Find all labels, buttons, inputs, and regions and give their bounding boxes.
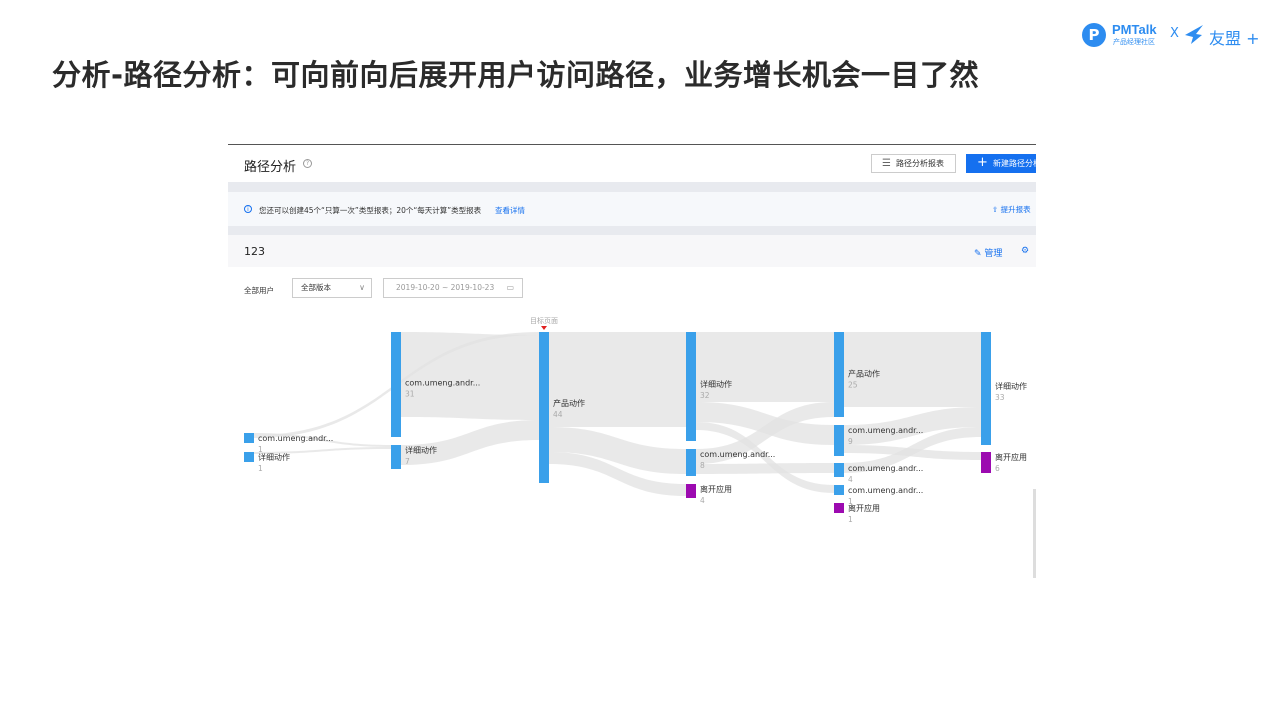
sankey-link	[549, 427, 686, 474]
sankey-node-label: com.umeng.andr...	[848, 426, 923, 435]
path-analysis-screenshot: 路径分析 ? ☰ 路径分析报表 + 新建路径分析 i 您还可以创建45个“只算一…	[228, 144, 1036, 578]
sankey-node-value: 25	[848, 380, 858, 389]
sankey-node-value: 32	[700, 391, 710, 400]
target-page-label: 目标页面	[530, 316, 558, 325]
target-marker-icon	[541, 326, 547, 330]
sankey-link	[401, 420, 539, 465]
sankey-node-label: com.umeng.andr...	[405, 378, 480, 387]
sankey-node-value: 6	[995, 464, 1000, 473]
sankey-node-value: 44	[553, 410, 563, 419]
sankey-link	[549, 332, 686, 427]
sankey-node[interactable]	[981, 332, 991, 445]
sankey-node-value: 33	[995, 393, 1005, 402]
sankey-link	[696, 463, 834, 474]
umeng-name: 友盟 +	[1209, 29, 1260, 48]
sankey-node-value: 8	[700, 461, 705, 470]
sankey-node[interactable]	[244, 433, 254, 443]
sankey-node-label: 详细动作	[258, 452, 290, 462]
sankey-node-value: 1	[848, 515, 853, 524]
sankey-node[interactable]	[834, 425, 844, 456]
sankey-node-label: com.umeng.andr...	[700, 450, 775, 459]
sankey-node[interactable]	[834, 332, 844, 417]
sankey-node-value: 1	[258, 464, 263, 473]
sankey-node-value: 4	[700, 496, 705, 505]
sankey-node-label: 详细动作	[995, 381, 1027, 391]
sankey-link	[401, 332, 539, 420]
path-sankey-diagram: com.umeng.andr... 1 详细动作 1 com.umeng.andr...…	[244, 316, 1027, 524]
sankey-node[interactable]	[391, 445, 401, 469]
sankey-node-value: 7	[405, 457, 410, 466]
sankey-node[interactable]	[244, 452, 254, 462]
sankey-node[interactable]	[834, 463, 844, 477]
sankey-node-label: com.umeng.andr...	[258, 434, 333, 443]
sankey-node-value: 9	[848, 437, 853, 446]
sankey-node-label: 详细动作	[405, 445, 437, 455]
sankey-node[interactable]	[686, 332, 696, 441]
sankey-node-label: 离开应用	[848, 503, 880, 513]
sankey-node-label: 离开应用	[700, 484, 732, 494]
sankey-node-label: com.umeng.andr...	[848, 486, 923, 495]
sankey-node-label: 详细动作	[700, 379, 732, 389]
sankey-node[interactable]	[834, 503, 844, 513]
sankey-node-value: 4	[848, 475, 853, 484]
sankey-node[interactable]	[539, 332, 549, 483]
sankey-node-label: 离开应用	[995, 452, 1027, 462]
sankey-node-label: 产品动作	[848, 368, 880, 378]
sankey-node[interactable]	[686, 484, 696, 498]
brand-logos: P PMTalk 产品经理社区 X 友盟 +	[1080, 20, 1270, 50]
slide-title: 分析-路径分析：可向前向后展开用户访问路径，业务增长机会一目了然	[52, 58, 980, 92]
umeng-bird-icon	[1185, 25, 1203, 44]
pmtalk-subtitle: 产品经理社区	[1113, 38, 1155, 46]
brand-separator: X	[1170, 26, 1179, 41]
scrollbar[interactable]	[1033, 489, 1036, 578]
sankey-node-label: com.umeng.andr...	[848, 464, 923, 473]
sankey-node[interactable]	[686, 449, 696, 476]
sankey-node[interactable]	[981, 452, 991, 473]
sankey-node-value: 31	[405, 389, 415, 398]
sankey-link	[696, 332, 834, 402]
sankey-node[interactable]	[834, 485, 844, 495]
sankey-node-label: 产品动作	[553, 398, 585, 408]
pmtalk-name: PMTalk	[1112, 22, 1157, 37]
pmtalk-logo-icon: P	[1082, 23, 1106, 47]
sankey-node[interactable]	[391, 332, 401, 437]
